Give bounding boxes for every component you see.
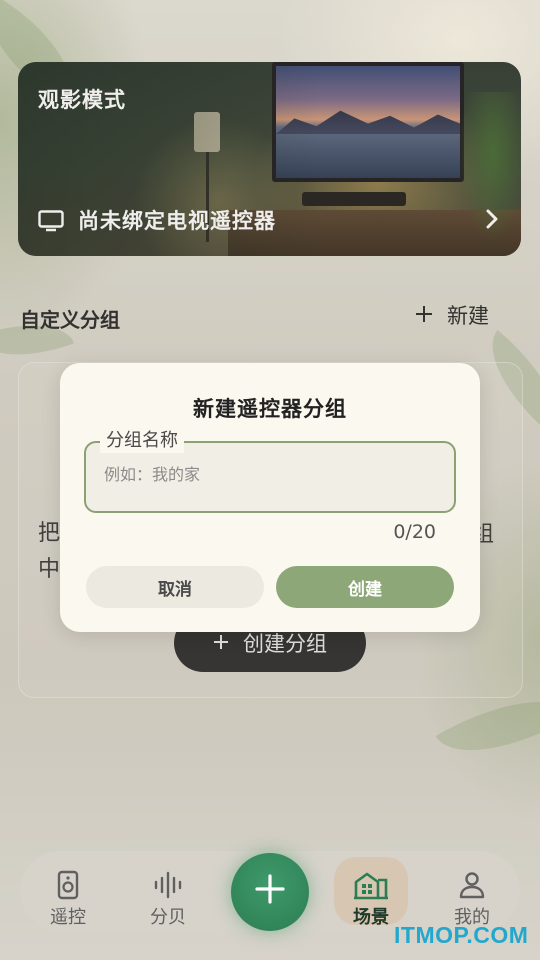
- cancel-button[interactable]: 取消: [86, 566, 264, 608]
- add-fab-button[interactable]: [231, 853, 309, 931]
- group-name-field[interactable]: 分组名称: [84, 429, 456, 513]
- sound-wave-icon: [128, 869, 208, 901]
- nav-item-scene[interactable]: 场景: [331, 869, 411, 929]
- watermark: ITMOP.COM: [394, 922, 529, 948]
- remote-icon: [28, 869, 108, 901]
- char-counter: 0/20: [393, 521, 436, 543]
- plus-icon: [254, 869, 286, 915]
- group-name-label: 分组名称: [100, 429, 184, 453]
- dialog-title: 新建遥控器分组: [193, 397, 347, 421]
- nav-item-remote[interactable]: 遥控: [28, 869, 108, 929]
- new-group-dialog: 新建遥控器分组 分组名称 0/20 取消 创建: [60, 363, 480, 632]
- create-button[interactable]: 创建: [276, 566, 454, 608]
- nav-item-mine[interactable]: 我的: [432, 869, 512, 929]
- nav-item-decibel[interactable]: 分贝: [128, 869, 208, 929]
- bottom-nav: 遥控 分贝 场景 我的: [20, 851, 520, 931]
- user-icon: [432, 869, 512, 901]
- group-name-input[interactable]: [104, 465, 434, 484]
- scene-home-icon: [331, 869, 411, 901]
